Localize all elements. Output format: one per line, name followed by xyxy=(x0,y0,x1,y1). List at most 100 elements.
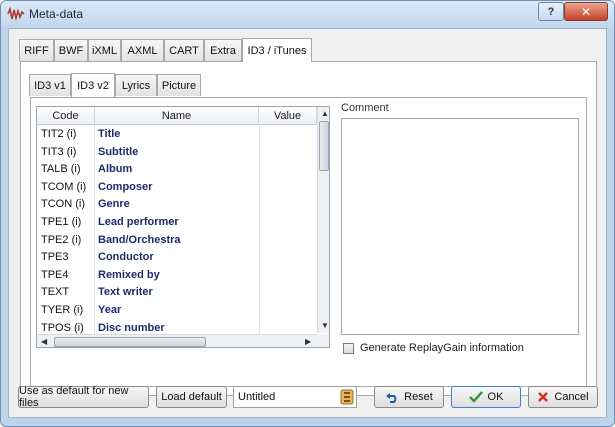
vertical-scroll-thumb[interactable] xyxy=(319,121,329,171)
subtab-id3-v2[interactable]: ID3 v2 xyxy=(71,73,115,97)
row-value-cell[interactable] xyxy=(259,284,317,302)
row-name: Conductor xyxy=(98,251,154,264)
column-header-value[interactable]: Value xyxy=(259,107,317,125)
replaygain-option[interactable]: Generate ReplayGain information xyxy=(343,342,524,354)
subtab-picture[interactable]: Picture xyxy=(157,74,201,96)
table-row[interactable]: TIT3 (i) Subtitle xyxy=(37,143,317,162)
use-as-default-button[interactable]: Use as default for new files xyxy=(18,385,149,409)
help-button[interactable]: ? xyxy=(538,2,564,21)
column-divider xyxy=(94,178,95,197)
checkmark-icon xyxy=(468,391,483,403)
row-value-cell[interactable] xyxy=(259,249,317,267)
row-value-cell[interactable] xyxy=(259,143,317,162)
table-row[interactable]: TYER (i) Year xyxy=(37,302,317,320)
horizontal-scroll-thumb[interactable] xyxy=(54,337,206,347)
comment-label: Comment xyxy=(341,102,389,114)
row-value-cell[interactable] xyxy=(259,178,317,197)
ok-button[interactable]: OK xyxy=(451,386,521,408)
column-divider xyxy=(94,231,95,250)
row-code: TPE3 xyxy=(41,251,69,264)
table-row[interactable]: TPE2 (i) Band/Orchestra xyxy=(37,231,317,250)
column-divider xyxy=(94,143,95,162)
row-code: TPOS (i) xyxy=(41,321,84,334)
scroll-up-icon[interactable]: ▲ xyxy=(321,109,329,118)
table-row[interactable]: TPE3 Conductor xyxy=(37,249,317,267)
subtab-id3-v1[interactable]: ID3 v1 xyxy=(29,74,71,96)
id3-v2-panel: Code Name Value TIT2 (i) Title TIT3 (i) Sub… xyxy=(30,97,587,387)
table-rows: TIT2 (i) Title TIT3 (i) Subtitle TALB (i) Alb… xyxy=(37,126,317,347)
subtab-lyrics[interactable]: Lyrics xyxy=(115,74,157,96)
replaygain-label: Generate ReplayGain information xyxy=(360,342,524,354)
row-code: TPE4 xyxy=(41,268,69,281)
row-name: Text writer xyxy=(98,286,153,299)
tab-id3-itunes[interactable]: ID3 / iTunes xyxy=(242,38,312,62)
row-value-cell[interactable] xyxy=(259,161,317,179)
row-value-cell[interactable] xyxy=(259,266,317,285)
vertical-scrollbar[interactable]: ▲ ▼ xyxy=(317,107,329,333)
row-value-cell[interactable] xyxy=(259,214,317,232)
table-row[interactable]: TCON (i) Genre xyxy=(37,196,317,214)
row-code: TIT2 (i) xyxy=(41,128,77,140)
meta-data-window: Meta-data ? ✕ RIFF BWF iXML AXML CART Ex… xyxy=(0,0,615,427)
table-row[interactable]: TPE1 (i) Lead performer xyxy=(37,214,317,232)
row-name: Genre xyxy=(98,198,130,211)
row-code: TCOM (i) xyxy=(41,180,87,193)
window-title: Meta-data xyxy=(29,7,84,21)
waveform-icon xyxy=(7,6,25,22)
row-value-cell[interactable] xyxy=(259,231,317,250)
id3-itunes-panel: ID3 v1 ID3 v2 Lyrics Picture Code Name V… xyxy=(20,61,597,396)
column-divider xyxy=(94,196,95,214)
reset-button[interactable]: Reset xyxy=(374,386,444,408)
column-divider xyxy=(94,126,95,144)
table-row[interactable]: TCOM (i) Composer xyxy=(37,178,317,197)
tab-riff[interactable]: RIFF xyxy=(19,39,54,61)
scroll-corner xyxy=(317,334,329,347)
title-bar[interactable]: Meta-data ? ✕ xyxy=(1,1,614,27)
comment-textarea[interactable] xyxy=(341,118,579,335)
tab-ixml[interactable]: iXML xyxy=(88,39,121,61)
close-button[interactable]: ✕ xyxy=(564,2,608,21)
preset-name-field[interactable]: Untitled xyxy=(233,386,357,408)
tab-bwf[interactable]: BWF xyxy=(54,39,88,61)
scroll-right-icon[interactable]: ▶ xyxy=(305,337,311,346)
row-name: Remixed by xyxy=(98,268,160,281)
row-name: Band/Orchestra xyxy=(98,233,181,246)
tag-table[interactable]: Code Name Value TIT2 (i) Title TIT3 (i) Sub… xyxy=(36,106,330,348)
scroll-left-icon[interactable]: ◀ xyxy=(41,337,47,346)
close-icon: ✕ xyxy=(580,4,592,19)
column-divider xyxy=(94,284,95,302)
column-divider xyxy=(94,302,95,320)
row-name: Lead performer xyxy=(98,216,179,228)
load-default-button[interactable]: Load default xyxy=(156,386,227,408)
tab-cart[interactable]: CART xyxy=(164,39,204,61)
row-name: Year xyxy=(98,304,122,316)
cancel-x-icon xyxy=(538,392,549,402)
row-code: TEXT xyxy=(41,286,70,299)
table-row[interactable]: TALB (i) Album xyxy=(37,161,317,179)
cancel-button[interactable]: Cancel xyxy=(528,386,598,408)
table-row[interactable]: TEXT Text writer xyxy=(37,284,317,302)
replaygain-checkbox[interactable] xyxy=(343,342,354,354)
column-header-code[interactable]: Code xyxy=(37,107,95,125)
table-row[interactable]: TPE4 Remixed by xyxy=(37,266,317,285)
column-header-name[interactable]: Name xyxy=(95,107,259,125)
preset-menu-icon[interactable] xyxy=(340,389,354,405)
undo-icon xyxy=(386,393,397,403)
column-divider xyxy=(94,161,95,179)
row-code: TPE2 (i) xyxy=(41,233,82,246)
horizontal-scrollbar[interactable]: ◀ ▶ xyxy=(37,334,317,347)
row-value-cell[interactable] xyxy=(259,302,317,320)
tab-extra[interactable]: Extra xyxy=(204,39,242,61)
row-value-cell[interactable] xyxy=(259,196,317,214)
row-name: Disc number xyxy=(98,321,165,334)
row-code: TIT3 (i) xyxy=(41,145,77,158)
column-divider xyxy=(94,266,95,285)
table-header: Code Name Value xyxy=(37,107,317,125)
scroll-down-icon[interactable]: ▼ xyxy=(321,321,329,330)
table-row[interactable]: TIT2 (i) Title xyxy=(37,126,317,144)
row-code: TYER (i) xyxy=(41,304,84,316)
column-divider xyxy=(94,249,95,267)
row-value-cell[interactable] xyxy=(259,126,317,144)
tab-axml[interactable]: AXML xyxy=(121,39,164,61)
column-divider xyxy=(94,214,95,232)
